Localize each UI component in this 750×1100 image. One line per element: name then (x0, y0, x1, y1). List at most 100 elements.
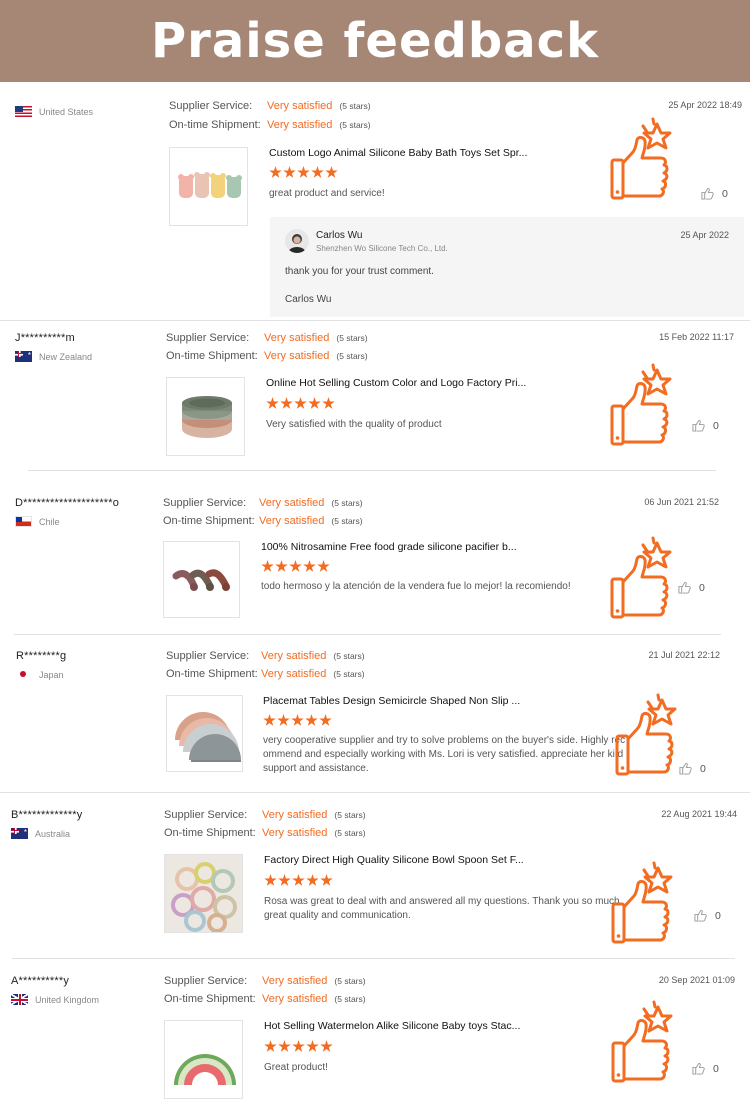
thumbs-up-star-icon (610, 536, 672, 619)
helpful-count: 0 (699, 581, 705, 594)
supplier-service-label: Supplier Service: (166, 332, 250, 344)
star-icon (264, 874, 277, 886)
country-label: United Kingdom (35, 994, 100, 1005)
ontime-shipment-label: On-time Shipment: (164, 827, 256, 839)
star-icon (289, 560, 302, 572)
helpful-button[interactable]: 0 (694, 909, 721, 922)
product-title-link[interactable]: Custom Logo Animal Silicone Baby Bath To… (269, 147, 527, 159)
review-date: 25 Apr 2022 18:49 (668, 100, 742, 110)
star-icon (278, 874, 291, 886)
divider (28, 470, 716, 471)
star-count-note: (5 stars) (339, 101, 371, 111)
star-icon (294, 397, 307, 409)
avatar (285, 229, 309, 253)
star-icon (291, 714, 304, 726)
star-icon (277, 714, 290, 726)
helpful-button[interactable]: 0 (692, 1062, 719, 1075)
product-thumbnail[interactable] (166, 377, 245, 456)
country-label: Australia (35, 828, 71, 839)
product-title-link[interactable]: Online Hot Selling Custom Color and Logo… (266, 377, 526, 389)
star-rating (264, 1040, 333, 1053)
supplier-service-value: Very satisfied (261, 650, 327, 662)
ontime-shipment-value: Very satisfied (262, 827, 328, 839)
supplier-service-label: Supplier Service: (166, 650, 250, 662)
ontime-shipment-rating: On-time Shipment: Very satisfied (5 star… (164, 993, 366, 1005)
star-icon (263, 714, 276, 726)
product-title-link[interactable]: Factory Direct High Quality Silicone Bow… (264, 854, 524, 866)
thumbs-up-icon (692, 1063, 705, 1075)
ontime-shipment-value: Very satisfied (262, 993, 328, 1005)
reply-company: Shenzhen Wo Silicone Tech Co., Ltd. (316, 244, 448, 253)
star-count-note: (5 stars) (333, 651, 365, 661)
review-comment: Great product! (264, 1062, 328, 1073)
ontime-shipment-label: On-time Shipment: (166, 350, 258, 362)
product-thumbnail[interactable] (164, 854, 243, 933)
supplier-service-label: Supplier Service: (163, 497, 247, 509)
star-icon (320, 1040, 333, 1052)
star-icon (320, 874, 333, 886)
product-title-link[interactable]: 100% Nitrosamine Free food grade silicon… (261, 541, 517, 553)
ontime-shipment-rating: On-time Shipment: Very satisfied (5 star… (169, 119, 371, 131)
star-count-note: (5 stars) (333, 669, 365, 679)
ontime-shipment-value: Very satisfied (259, 515, 325, 527)
supplier-service-value: Very satisfied (262, 809, 328, 821)
product-thumbnail[interactable] (169, 147, 248, 226)
star-icon (280, 397, 293, 409)
star-icon (311, 166, 324, 178)
helpful-count: 0 (722, 187, 728, 200)
product-title-link[interactable]: Placemat Tables Design Semicircle Shaped… (263, 695, 520, 707)
divider (0, 792, 750, 793)
divider (14, 634, 721, 635)
star-icon (261, 560, 274, 572)
ontime-shipment-rating: On-time Shipment: Very satisfied (5 star… (164, 827, 366, 839)
helpful-button[interactable]: 0 (701, 187, 728, 200)
supplier-service-rating: Supplier Service: Very satisfied (5 star… (163, 497, 363, 509)
review-date: 15 Feb 2022 11:17 (659, 332, 734, 342)
product-title-link[interactable]: Hot Selling Watermelon Alike Silicone Ba… (264, 1020, 520, 1032)
review-date: 06 Jun 2021 21:52 (644, 497, 719, 507)
supplier-service-label: Supplier Service: (164, 809, 248, 821)
review-comment: Very satisfied with the quality of produ… (266, 419, 442, 430)
supplier-service-value: Very satisfied (262, 975, 328, 987)
star-rating (261, 560, 330, 573)
star-icon (303, 560, 316, 572)
star-icon (325, 166, 338, 178)
buyer-country: New Zealand (15, 351, 92, 362)
thumbs-up-star-icon (615, 693, 677, 776)
us-flag-icon (15, 106, 32, 117)
star-count-note: (5 stars) (336, 351, 368, 361)
reply-author-name: Carlos Wu (316, 230, 363, 241)
star-count-note: (5 stars) (336, 333, 368, 343)
buyer-country: Australia (11, 828, 70, 839)
star-icon (308, 397, 321, 409)
star-icon (269, 166, 282, 178)
ontime-shipment-rating: On-time Shipment: Very satisfied (5 star… (166, 668, 365, 680)
product-thumbnail[interactable] (163, 541, 240, 618)
supplier-service-label: Supplier Service: (169, 100, 253, 112)
thumbs-up-icon (692, 420, 705, 432)
star-icon (306, 1040, 319, 1052)
helpful-button[interactable]: 0 (678, 581, 705, 594)
supplier-service-rating: Supplier Service: Very satisfied (5 star… (166, 332, 368, 344)
star-icon (278, 1040, 291, 1052)
star-count-note: (5 stars) (334, 810, 366, 820)
helpful-button[interactable]: 0 (679, 762, 706, 775)
divider (0, 320, 750, 321)
product-thumbnail[interactable] (164, 1020, 243, 1099)
star-icon (283, 166, 296, 178)
review-comment: very cooperative supplier and try to sol… (263, 735, 626, 774)
star-count-note: (5 stars) (334, 994, 366, 1004)
ontime-shipment-value: Very satisfied (264, 350, 330, 362)
star-icon (317, 560, 330, 572)
thumbs-up-star-icon (610, 117, 672, 200)
supplier-service-rating: Supplier Service: Very satisfied (5 star… (164, 975, 366, 987)
product-thumbnail[interactable] (166, 695, 243, 772)
helpful-count: 0 (715, 909, 721, 922)
star-rating (264, 874, 333, 887)
star-icon (264, 1040, 277, 1052)
helpful-button[interactable]: 0 (692, 419, 719, 432)
thumbs-up-icon (701, 188, 714, 200)
star-count-note: (5 stars) (334, 828, 366, 838)
review-date: 22 Aug 2021 19:44 (661, 809, 737, 819)
supplier-reply: Carlos Wu Shenzhen Wo Silicone Tech Co.,… (270, 217, 744, 317)
